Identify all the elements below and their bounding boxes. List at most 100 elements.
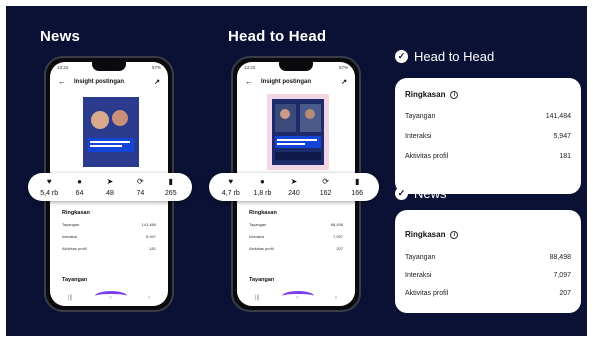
comment-icon: ●	[77, 177, 82, 186]
card-row: Aktivitas profil 207	[405, 290, 571, 297]
trend-icon[interactable]: ↗	[154, 79, 160, 86]
stat-comments: ● 64	[65, 177, 95, 197]
status-battery: 57%	[338, 65, 348, 70]
recent-apps-icon[interactable]: |||	[68, 295, 73, 301]
summary-label: Ringkasan	[249, 210, 277, 216]
row-value: 5,947	[145, 234, 156, 239]
stat-value: 162	[319, 190, 332, 197]
card-heading-text: News	[414, 186, 447, 201]
row-value: 5,947	[553, 133, 571, 140]
row-label: Interaksi	[405, 272, 432, 279]
heart-icon: ♥	[228, 177, 234, 186]
summary-row: Aktivitas profil 181	[62, 246, 156, 258]
views-label: Tayangan	[249, 277, 275, 283]
stat-value: 4,7 rb	[221, 190, 240, 197]
phone-notch	[279, 62, 313, 71]
stat-likes: ♥ 5,4 rb	[34, 177, 64, 197]
row-value: 88,498	[549, 254, 571, 261]
app-bar-title: Insight postingan	[74, 79, 124, 85]
card-row: Interaksi 5,947	[405, 133, 571, 140]
back-arrow-icon[interactable]: ←	[58, 78, 66, 86]
home-icon[interactable]: ○	[109, 295, 113, 301]
card-row: Tayangan 88,498	[405, 254, 571, 261]
send-icon: ➤	[290, 177, 298, 186]
status-time: 13:22	[57, 65, 69, 70]
summary-rows: Tayangan 141,484 Interaksi 5,947 Aktivitas…	[62, 222, 156, 258]
system-nav-bar: ||| ○ ‹	[237, 293, 355, 303]
summary-row: Tayangan 141,484	[62, 222, 156, 234]
row-label: Aktivitas profil	[405, 290, 449, 297]
trend-icon[interactable]: ↗	[341, 79, 347, 86]
app-bar: ← Insight postingan ↗	[50, 75, 168, 89]
stat-saves: ▮ 166	[342, 177, 372, 197]
stat-value: 1,8 rb	[253, 190, 272, 197]
row-value: 7,097	[332, 234, 343, 239]
stat-value: 74	[136, 190, 145, 197]
back-arrow-icon[interactable]: ←	[245, 78, 253, 86]
stat-reposts: ⟳ 162	[311, 177, 341, 197]
check-circle-icon: ✓	[395, 187, 408, 200]
card-row: Interaksi 7,097	[405, 272, 571, 279]
app-bar: ← Insight postingan ↗	[237, 75, 355, 89]
back-icon[interactable]: ‹	[148, 295, 150, 301]
section-title-head-to-head: Head to Head	[228, 28, 327, 45]
heart-icon: ♥	[46, 177, 52, 186]
summary-card-head-to-head: Ringkasan i Tayangan 141,484 Interaksi 5,9…	[395, 78, 581, 194]
back-icon[interactable]: ‹	[335, 295, 337, 301]
summary-card-news: Ringkasan i Tayangan 88,498 Interaksi 7,09…	[395, 210, 581, 313]
row-label: Tayangan	[405, 254, 436, 261]
summary-row: Interaksi 5,947	[62, 234, 156, 246]
row-label: Aktivitas profil	[62, 246, 87, 251]
row-value: 7,097	[553, 272, 571, 279]
stat-value: 48	[106, 190, 114, 197]
views-label: Tayangan	[62, 277, 88, 283]
app-bar-title: Insight postingan	[261, 79, 311, 85]
card-heading-news: ✓ News	[395, 186, 447, 201]
bookmark-icon: ▮	[354, 177, 360, 186]
repost-icon: ⟳	[322, 177, 329, 186]
section-title-news: News	[40, 28, 80, 45]
status-time: 13:22	[244, 65, 256, 70]
post-thumbnail[interactable]	[80, 94, 142, 170]
stat-likes: ♥ 4,7 rb	[216, 177, 246, 197]
info-icon[interactable]: i	[450, 90, 459, 99]
row-label: Aktivitas profil	[405, 153, 449, 160]
info-icon[interactable]: i	[450, 230, 459, 239]
stat-saves: ▮ 265	[156, 177, 186, 197]
slide-background: News Head to Head 13:22 57% ← Insight po…	[6, 6, 587, 336]
stat-value: 166	[351, 190, 364, 197]
summary-row: Tayangan 88,498	[249, 222, 343, 234]
row-value: 207	[336, 246, 343, 251]
card-heading-text: Head to Head	[414, 49, 495, 64]
post-thumbnail[interactable]	[267, 94, 329, 170]
row-label: Tayangan	[62, 222, 80, 227]
home-icon[interactable]: ○	[296, 295, 300, 301]
row-label: Interaksi	[62, 234, 78, 239]
summary-row: Aktivitas profil 207	[249, 246, 343, 258]
stat-value: 265	[164, 190, 177, 197]
card-row: Tayangan 141,484	[405, 113, 571, 120]
check-circle-icon: ✓	[395, 50, 408, 63]
row-label: Tayangan	[405, 113, 436, 120]
row-label: Tayangan	[249, 222, 267, 227]
stat-reposts: ⟳ 74	[125, 177, 155, 197]
stat-shares: ➤ 48	[95, 177, 125, 197]
card-heading-head-to-head: ✓ Head to Head	[395, 49, 494, 64]
comment-icon: ●	[259, 177, 265, 186]
post-stats-bar-news: ♥ 5,4 rb ● 64 ➤ 48 ⟳ 74 ▮ 265	[28, 173, 192, 201]
summary-row: Interaksi 7,097	[249, 234, 343, 246]
row-label: Aktivitas profil	[249, 246, 274, 251]
summary-rows: Tayangan 88,498 Interaksi 7,097 Aktivitas …	[249, 222, 343, 258]
stat-shares: ➤ 240	[279, 177, 309, 197]
post-stats-bar-head-to-head: ♥ 4,7 rb ● 1,8 rb ➤ 240 ⟳ 162 ▮ 166	[209, 173, 379, 201]
stat-value: 240	[288, 190, 300, 197]
stat-value: 64	[75, 190, 84, 197]
row-value: 141,484	[141, 222, 156, 227]
card-row: Aktivitas profil 181	[405, 153, 571, 160]
row-value: 181	[559, 153, 571, 160]
phone-notch	[92, 62, 126, 71]
bookmark-icon: ▮	[168, 177, 173, 186]
recent-apps-icon[interactable]: |||	[255, 295, 260, 301]
row-value: 88,498	[330, 222, 343, 227]
row-value: 141,484	[545, 113, 571, 120]
